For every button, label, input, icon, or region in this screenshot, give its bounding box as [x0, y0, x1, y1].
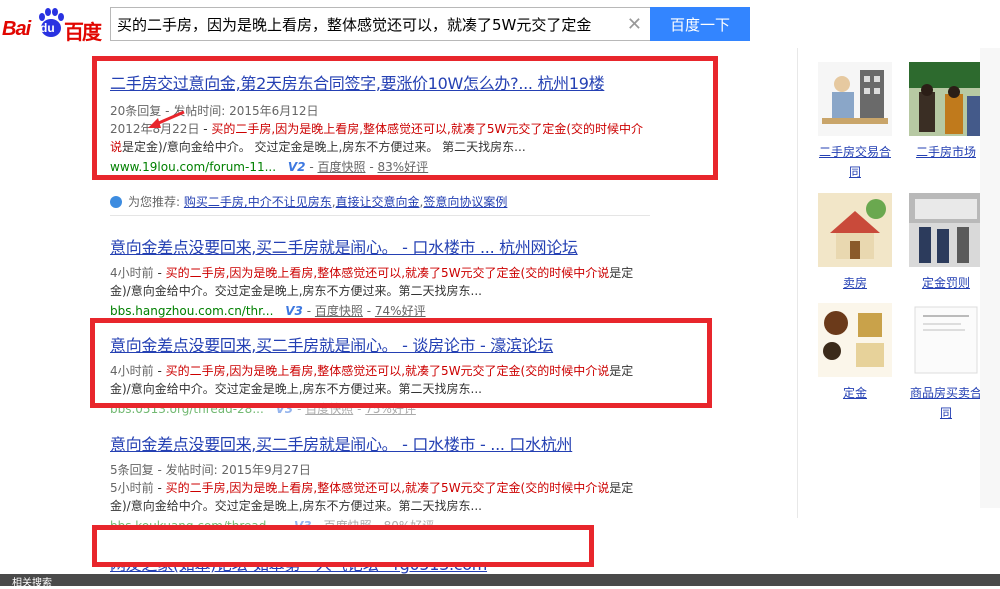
header-bar: Bai du 百度 ✕ 百度一下 [0, 0, 1000, 48]
result-abstract-rest: 是定金)/意向金给中介。 交过定金是晚上,房东不方便过来。 第二天找房东... [122, 140, 526, 154]
paw-small-icon [110, 196, 122, 208]
rating-link[interactable]: 74%好评 [375, 304, 426, 318]
search-result: 意向金差点没要回来,买二手房就是闹心。 - 谈房论市 - 濠滨论坛 4小时前 -… [110, 332, 670, 417]
logo-text-bai: Bai [2, 18, 31, 40]
snapshot-link[interactable]: 百度快照 [315, 304, 363, 318]
search-result: 意向金差点没要回来,买二手房就是闹心。 - 口水楼市 ... 杭州网论坛 4小时… [110, 234, 670, 319]
result-abstract: 4小时前 - 买的二手房,因为是晚上看房,整体感觉还可以,就凑了5W元交了定金(… [110, 364, 634, 396]
recommend-prefix: 为您推荐: [128, 195, 181, 209]
v-badge-icon[interactable]: V2 [288, 160, 306, 174]
recommend-link[interactable]: 签意向协议案例 [423, 195, 507, 209]
result-highlight: 买的二手房,因为是晚上看房,整体感觉还可以,就凑了5W元交了定金(交的时候中介说 [165, 266, 610, 280]
side-card-label[interactable]: 商品房买卖合同 [906, 383, 986, 423]
result-date: 4小时前 [110, 364, 154, 378]
result-abstract: 4小时前 - 买的二手房,因为是晚上看房,整体感觉还可以,就凑了5W元交了定金(… [110, 266, 634, 298]
divider [797, 48, 798, 518]
v-badge-icon[interactable]: V3 [276, 402, 294, 416]
bottom-bar: 相关搜索 [0, 574, 1000, 589]
snapshot-link[interactable]: 百度快照 [317, 160, 365, 174]
side-card-label[interactable]: 二手房市场 [906, 142, 986, 162]
result-url[interactable]: bbs.hangzhou.com.cn/thr... [110, 304, 273, 318]
result-title[interactable]: 意向金差点没要回来,买二手房就是闹心。 - 口水楼市 ... 杭州网论坛 [110, 234, 670, 258]
result-highlight: 买的二手房,因为是晚上看房,整体感觉还可以,就凑了5W元交了定金(交的时候中介说 [165, 364, 610, 378]
result-date: 5小时前 [110, 481, 154, 495]
logo-text-cn: 百度 [64, 20, 102, 44]
recommend-bar: 为您推荐: 购买二手房,中介不让见房东,直接让交意向金,签意向协议案例 [110, 193, 507, 210]
result-title[interactable]: 意向金差点没要回来,买二手房就是闹心。 - 谈房论市 - 濠滨论坛 [110, 332, 670, 356]
search-button[interactable]: 百度一下 [650, 7, 750, 41]
side-card[interactable]: 定金罚则 [906, 193, 986, 293]
side-card[interactable]: 定金 [815, 303, 895, 403]
result-url[interactable]: bbs.koukuang.com/thread-... [110, 519, 282, 533]
divider [110, 215, 650, 216]
sales-contract-image [909, 303, 983, 377]
rating-link[interactable]: 80%好评 [384, 519, 435, 533]
rating-link[interactable]: 83%好评 [377, 160, 428, 174]
result-abstract: 5小时前 - 买的二手房,因为是晚上看房,整体感觉还可以,就凑了5W元交了定金(… [110, 481, 634, 513]
side-card[interactable]: 二手房交易合同 [815, 62, 895, 182]
result-abstract: 2012年8月22日 - 买的二手房,因为是晚上看房,整体感觉还可以,就凑了5W… [110, 122, 644, 154]
result-url[interactable]: www.19lou.com/forum-11... [110, 160, 276, 174]
side-card[interactable]: 卖房 [815, 193, 895, 293]
rating-link[interactable]: 75%好评 [365, 402, 416, 416]
result-url-line: bbs.koukuang.com/thread-... V3 - 百度快照 - … [110, 519, 435, 533]
bottom-bar-label: 相关搜索 [12, 578, 52, 589]
result-date: 4小时前 [110, 266, 154, 280]
result-url-line: bbs.hangzhou.com.cn/thr... V3 - 百度快照 - 7… [110, 304, 426, 318]
logo-text-du: du [40, 21, 55, 35]
snapshot-link[interactable]: 百度快照 [324, 519, 372, 533]
side-card-label[interactable]: 卖房 [815, 273, 895, 293]
result-meta: 5条回复 - 发帖时间: 2015年9月27日 [110, 463, 311, 477]
result-title[interactable]: 意向金差点没要回来,买二手房就是闹心。 - 口水楼市 - ... 口水杭州 [110, 431, 670, 455]
search-box: ✕ [110, 7, 650, 41]
result-url-line: bbs.0513.org/thread-28... V3 - 百度快照 - 75… [110, 402, 416, 416]
result-title[interactable]: 网友之家(如皋)论坛-如皋第一人气论坛 - rg0513.com [110, 551, 670, 575]
search-result: 网友之家(如皋)论坛-如皋第一人气论坛 - rg0513.com [110, 551, 670, 575]
result-meta: 20条回复 - 发帖时间: 2015年6月12日 [110, 104, 319, 118]
search-result: 二手房交过意向金,第2天房东合同签字,要涨价10W怎么办?... 杭州19楼 2… [110, 70, 670, 175]
result-highlight: 买的二手房,因为是晚上看房,整体感觉还可以,就凑了5W元交了定金(交的时候中介说 [165, 481, 610, 495]
house-deal-image [818, 62, 892, 136]
side-card-label[interactable]: 二手房交易合同 [815, 142, 895, 182]
deposit-image [818, 303, 892, 377]
baidu-logo[interactable]: Bai du 百度 [2, 6, 106, 44]
arrow-icon [148, 110, 185, 128]
side-card-label[interactable]: 定金罚则 [906, 273, 986, 293]
result-title[interactable]: 二手房交过意向金,第2天房东合同签字,要涨价10W怎么办?... 杭州19楼 [110, 70, 670, 94]
v-badge-icon[interactable]: V3 [294, 519, 312, 533]
v-badge-icon[interactable]: V3 [285, 304, 303, 318]
search-result: 意向金差点没要回来,买二手房就是闹心。 - 口水楼市 - ... 口水杭州 5条… [110, 431, 670, 534]
clear-icon[interactable]: ✕ [627, 14, 642, 35]
recommend-link[interactable]: 直接让交意向金 [336, 195, 420, 209]
side-card[interactable]: 商品房买卖合同 [906, 303, 986, 423]
recommend-link[interactable]: 购买二手房,中介不让见房东 [184, 195, 332, 209]
snapshot-link[interactable]: 百度快照 [305, 402, 353, 416]
side-card-label[interactable]: 定金 [815, 383, 895, 403]
sell-house-image [818, 193, 892, 267]
deposit-penalty-image [909, 193, 983, 267]
result-url-line: www.19lou.com/forum-11... V2 - 百度快照 - 83… [110, 160, 429, 174]
house-market-image [909, 62, 983, 136]
scrollbar[interactable] [980, 48, 1000, 508]
result-url[interactable]: bbs.0513.org/thread-28... [110, 402, 264, 416]
side-card[interactable]: 二手房市场 [906, 62, 986, 162]
search-input[interactable] [117, 8, 617, 40]
